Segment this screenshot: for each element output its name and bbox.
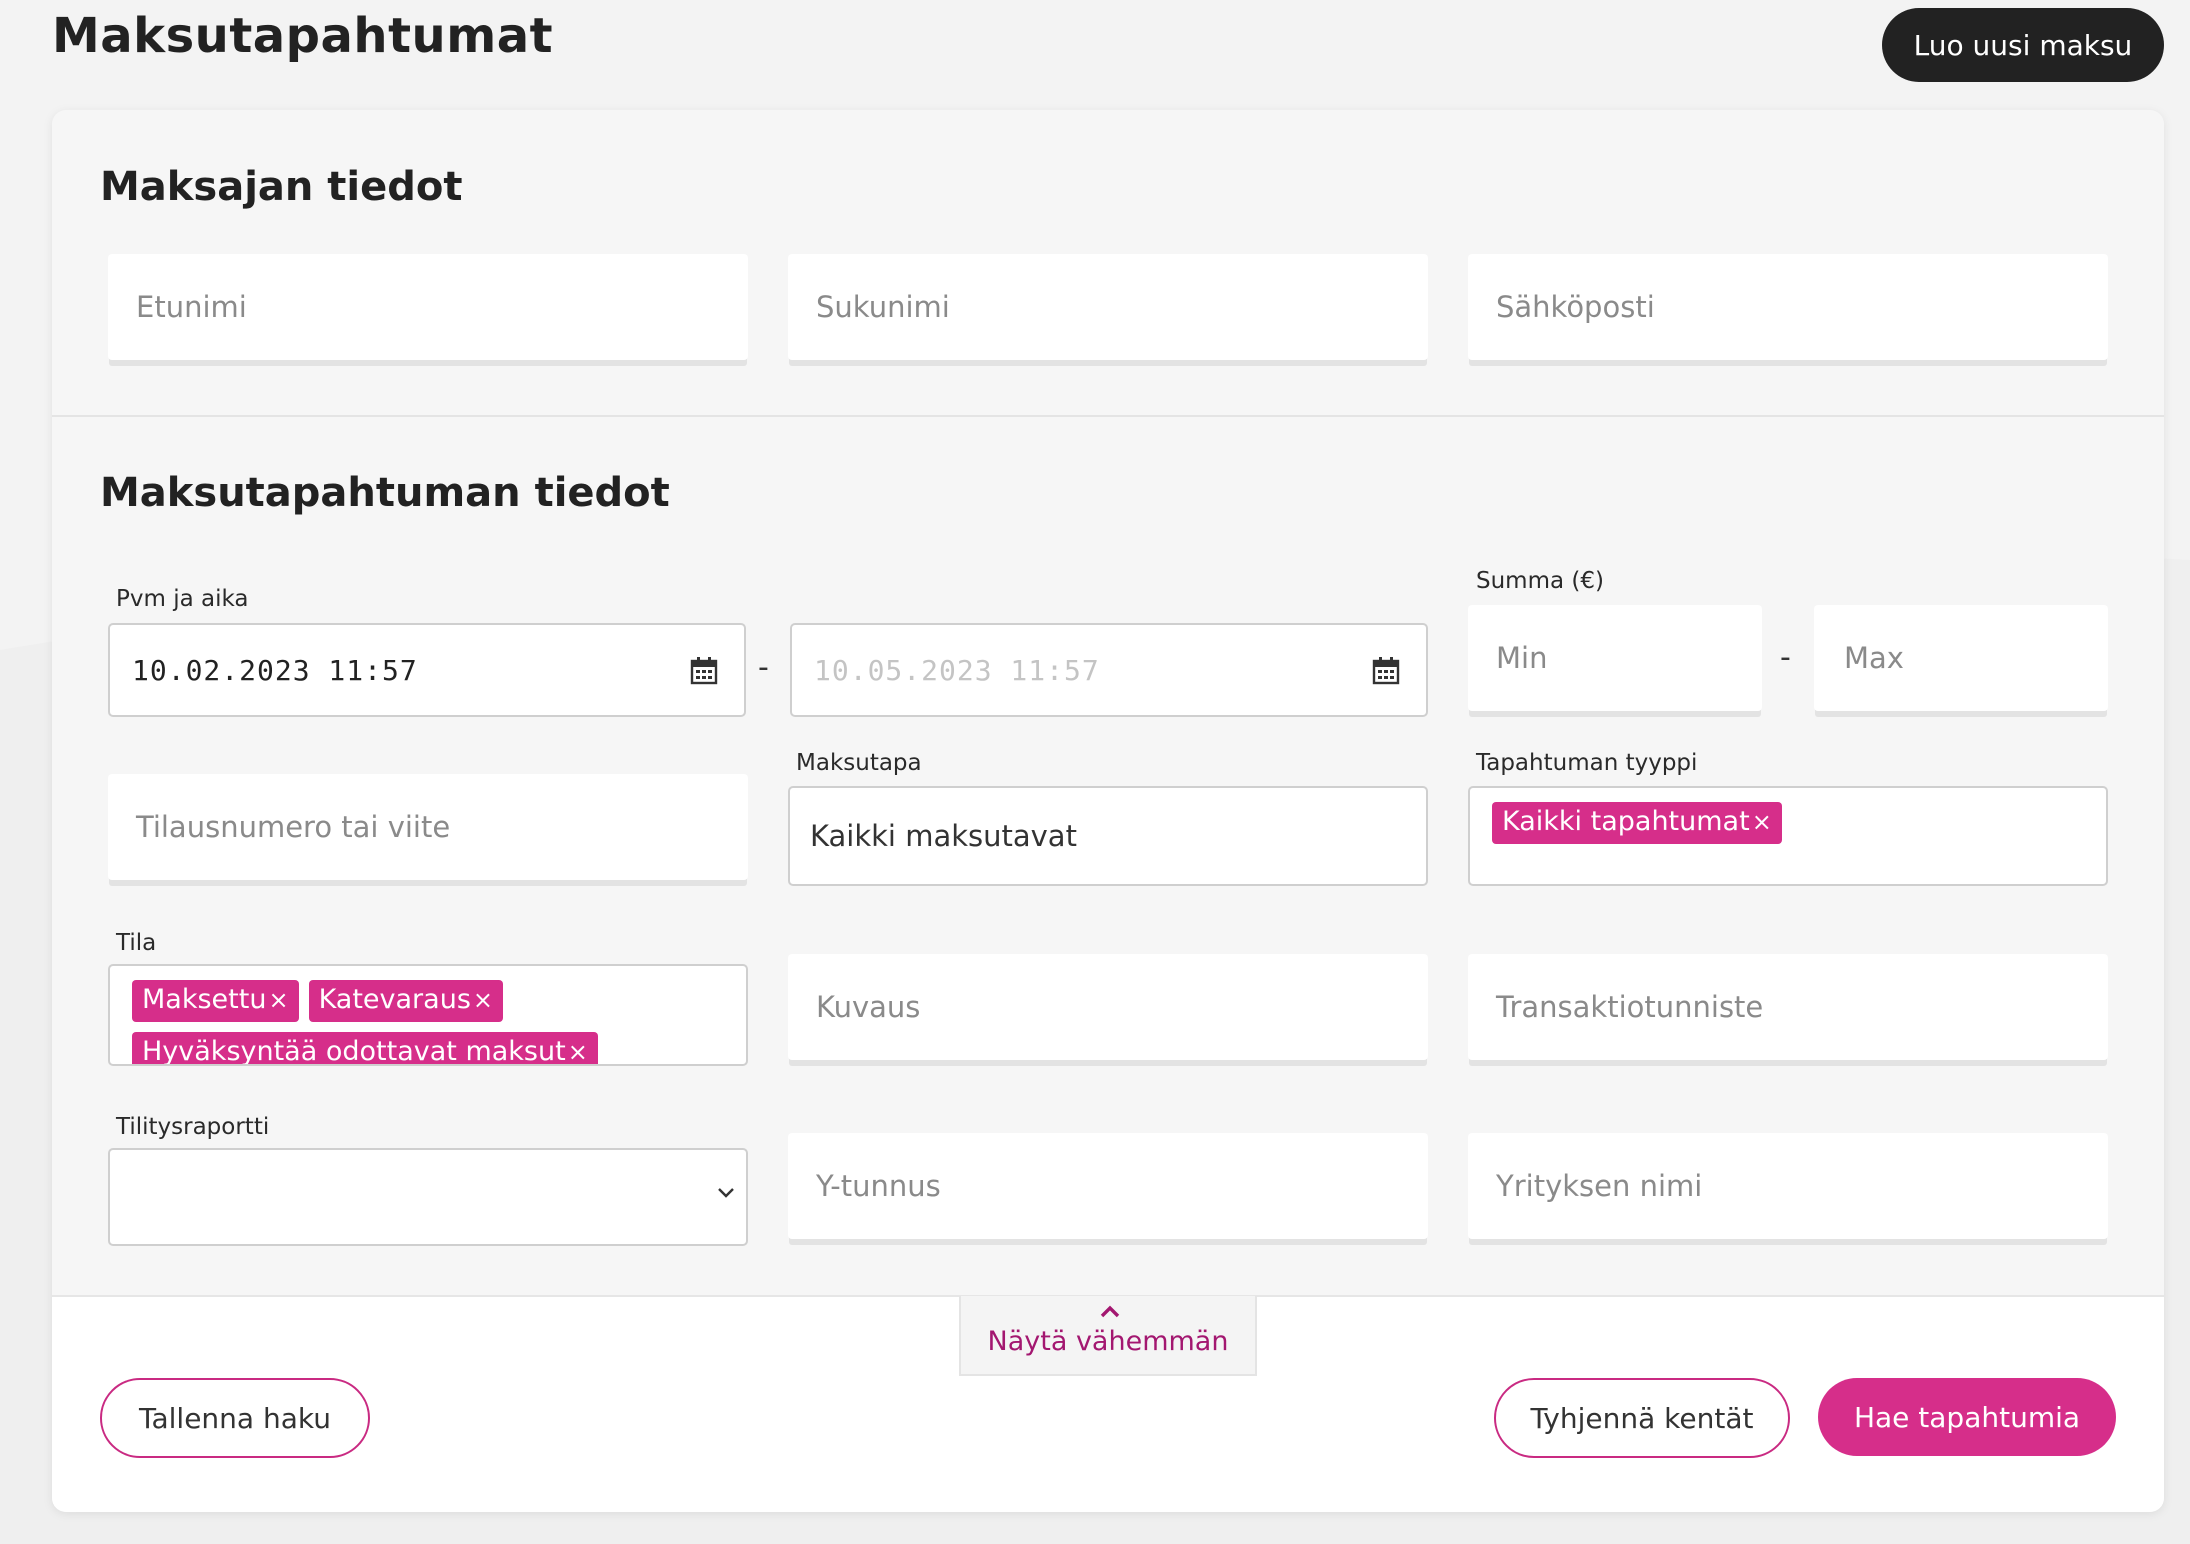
clear-fields-button[interactable]: Tyhjennä kentät [1494, 1378, 1790, 1458]
amount-min-placeholder: Min [1496, 641, 1548, 675]
description-placeholder: Kuvaus [816, 990, 921, 1024]
settlement-report-select[interactable] [108, 1148, 748, 1246]
last-name-input[interactable]: Sukunimi [788, 254, 1428, 360]
description-input[interactable]: Kuvaus [788, 954, 1428, 1060]
payment-method-label: Maksutapa [796, 750, 922, 776]
transaction-section-title: Maksutapahtuman tiedot [100, 470, 670, 516]
status-chip-pending-approval[interactable]: Hyväksyntää odottavat maksut× [132, 1032, 598, 1064]
calendar-icon[interactable] [690, 657, 718, 685]
page-title: Maksutapahtumat [52, 8, 554, 64]
amount-min-input[interactable]: Min [1468, 605, 1762, 711]
amount-max-input[interactable]: Max [1814, 605, 2108, 711]
order-reference-input[interactable]: Tilausnumero tai viite [108, 774, 748, 880]
amount-max-placeholder: Max [1844, 641, 1904, 675]
order-reference-placeholder: Tilausnumero tai viite [136, 810, 451, 844]
first-name-placeholder: Etunimi [136, 290, 247, 324]
transaction-id-input[interactable]: Transaktiotunniste [1468, 954, 2108, 1060]
section-divider [52, 415, 2164, 417]
payer-section-title: Maksajan tiedot [100, 164, 463, 210]
business-id-input[interactable]: Y-tunnus [788, 1133, 1428, 1239]
transaction-id-placeholder: Transaktiotunniste [1496, 990, 1764, 1024]
amount-label: Summa (€) [1476, 568, 1604, 594]
date-separator: - [758, 650, 769, 685]
last-name-placeholder: Sukunimi [816, 290, 950, 324]
amount-separator: - [1780, 640, 1791, 675]
date-label: Pvm ja aika [116, 586, 249, 612]
remove-chip-icon[interactable]: × [473, 986, 493, 1014]
remove-chip-icon[interactable]: × [1752, 808, 1772, 836]
status-multiselect[interactable]: Maksettu× Katevaraus× Hyväksyntää odotta… [108, 964, 748, 1066]
status-chip-paid[interactable]: Maksettu× [132, 980, 299, 1022]
email-input[interactable]: Sähköposti [1468, 254, 2108, 360]
date-to-placeholder: 10.05.2023 11:57 [814, 653, 1100, 687]
event-type-multiselect[interactable]: Kaikki tapahtumat× [1468, 786, 2108, 886]
date-from-input[interactable]: 10.02.2023 11:57 [108, 623, 746, 717]
chevron-up-icon [1100, 1305, 1120, 1318]
chevron-down-icon [718, 1188, 734, 1198]
payment-method-value: Kaikki maksutavat [810, 819, 1077, 853]
first-name-input[interactable]: Etunimi [108, 254, 748, 360]
save-search-button[interactable]: Tallenna haku [100, 1378, 370, 1458]
status-label: Tila [116, 930, 157, 956]
email-placeholder: Sähköposti [1496, 290, 1655, 324]
date-from-value: 10.02.2023 11:57 [132, 653, 418, 687]
remove-chip-icon[interactable]: × [568, 1038, 588, 1064]
new-payment-button[interactable]: Luo uusi maksu [1882, 8, 2164, 82]
event-type-label: Tapahtuman tyyppi [1476, 750, 1698, 776]
search-transactions-button[interactable]: Hae tapahtumia [1818, 1378, 2116, 1456]
status-chip-authorization[interactable]: Katevaraus× [308, 980, 503, 1022]
calendar-icon[interactable] [1372, 657, 1400, 685]
event-type-chip[interactable]: Kaikki tapahtumat× [1492, 802, 1782, 844]
business-id-placeholder: Y-tunnus [816, 1169, 941, 1203]
date-to-input[interactable]: 10.05.2023 11:57 [790, 623, 1428, 717]
settlement-report-label: Tilitysraportti [116, 1114, 270, 1140]
show-less-label: Näytä vähemmän [987, 1326, 1229, 1357]
company-name-input[interactable]: Yrityksen nimi [1468, 1133, 2108, 1239]
show-less-toggle[interactable]: Näytä vähemmän [959, 1296, 1257, 1376]
remove-chip-icon[interactable]: × [268, 986, 288, 1014]
company-name-placeholder: Yrityksen nimi [1496, 1169, 1703, 1203]
payment-method-select[interactable]: Kaikki maksutavat [788, 786, 1428, 886]
search-card: Maksajan tiedot Etunimi Sukunimi Sähköpo… [52, 110, 2164, 1512]
